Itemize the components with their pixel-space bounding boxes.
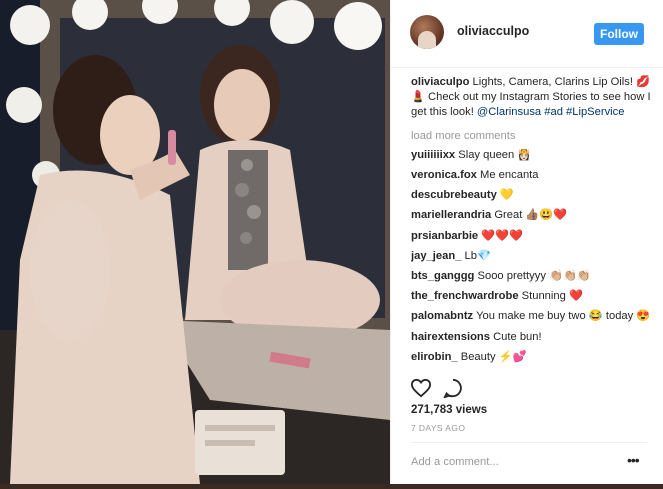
comment-username[interactable]: jay_jean_: [411, 250, 461, 262]
comment-item: bts_ganggg Sooo prettyyy 👏🏼👏🏼👏🏼: [411, 269, 655, 284]
post-side-panel: oliviacculpo Follow oliviaculpo Lights, …: [390, 0, 663, 484]
comment-item: jay_jean_ Lb💎: [411, 249, 655, 264]
comment-username[interactable]: the_frenchwardrobe: [411, 290, 519, 302]
comment-item: mariellerandria Great 👍🏽😃❤️: [411, 208, 655, 223]
divider: [411, 442, 647, 443]
post-timestamp: 7 DAYS AGO: [411, 423, 466, 433]
caption-mention-link[interactable]: @Clarinsusa: [477, 106, 541, 118]
post-caption: oliviaculpo Lights, Camera, Clarins Lip …: [411, 75, 655, 121]
caption-hashtag-ad[interactable]: #ad: [544, 106, 563, 118]
caption-username[interactable]: oliviaculpo: [411, 76, 469, 88]
comment-username[interactable]: prsianbarbie: [411, 230, 478, 242]
load-more-comments-link[interactable]: load more comments: [411, 129, 655, 144]
comment-username[interactable]: hairextensions: [411, 331, 490, 343]
post-modal: oliviacculpo Follow oliviaculpo Lights, …: [0, 0, 663, 484]
comment-item: elirobin_ Beauty ⚡️💕: [411, 350, 655, 365]
view-count: 271,783 views: [411, 404, 488, 416]
post-photo[interactable]: [0, 0, 390, 484]
comment-text: Cute bun!: [493, 330, 542, 343]
heart-icon[interactable]: [410, 378, 432, 403]
comment-text: Beauty ⚡️💕: [460, 350, 527, 363]
follow-button[interactable]: Follow: [594, 23, 644, 45]
comment-username[interactable]: mariellerandria: [411, 209, 491, 221]
comment-text: Slay queen 👸🏻: [458, 148, 532, 161]
comment-item: palomabntz You make me buy two 😂 today 😍: [411, 309, 655, 324]
comment-username[interactable]: yuiiiiiixx: [411, 149, 455, 161]
comment-item: prsianbarbie ❤️❤️❤️: [411, 229, 655, 244]
comment-item: hairextensions Cute bun!: [411, 330, 655, 345]
add-comment-input[interactable]: [411, 454, 621, 470]
post-header: oliviacculpo Follow: [391, 0, 663, 68]
comment-username[interactable]: bts_ganggg: [411, 270, 474, 282]
comment-username[interactable]: palomabntz: [411, 310, 473, 322]
comment-username[interactable]: descubrebeauty: [411, 189, 497, 201]
comment-text: 💛: [499, 189, 514, 202]
comment-item: veronica.fox Me encanta: [411, 168, 655, 183]
more-options-icon[interactable]: •••: [627, 452, 640, 468]
comment-username[interactable]: elirobin_: [411, 351, 458, 363]
comment-item: the_frenchwardrobe Stunning ❤️: [411, 289, 655, 304]
comment-text: Stunning ❤️: [521, 290, 583, 303]
comment-text: Me encanta: [480, 169, 539, 182]
caption-hashtag-lipservice[interactable]: #LipService: [566, 106, 624, 118]
comment-text: Sooo prettyyy 👏🏼👏🏼👏🏼: [477, 270, 591, 283]
comment-text: Lb💎: [464, 249, 491, 262]
comment-icon[interactable]: [443, 378, 463, 403]
comment-item: yuiiiiiixx Slay queen 👸🏻: [411, 148, 655, 163]
photo-illustration: [0, 0, 390, 484]
comment-text: You make me buy two 😂 today 😍: [476, 310, 651, 323]
comment-text: Great 👍🏽😃❤️: [494, 209, 568, 222]
comments-list[interactable]: oliviaculpo Lights, Camera, Clarins Lip …: [411, 75, 655, 371]
post-actions: [410, 378, 650, 399]
background-strip: [0, 484, 663, 489]
header-username[interactable]: oliviacculpo: [457, 24, 529, 38]
comment-username[interactable]: veronica.fox: [411, 169, 477, 181]
avatar[interactable]: [410, 15, 444, 49]
comment-item: descubrebeauty 💛: [411, 188, 655, 203]
comment-text: ❤️❤️❤️: [481, 229, 524, 242]
